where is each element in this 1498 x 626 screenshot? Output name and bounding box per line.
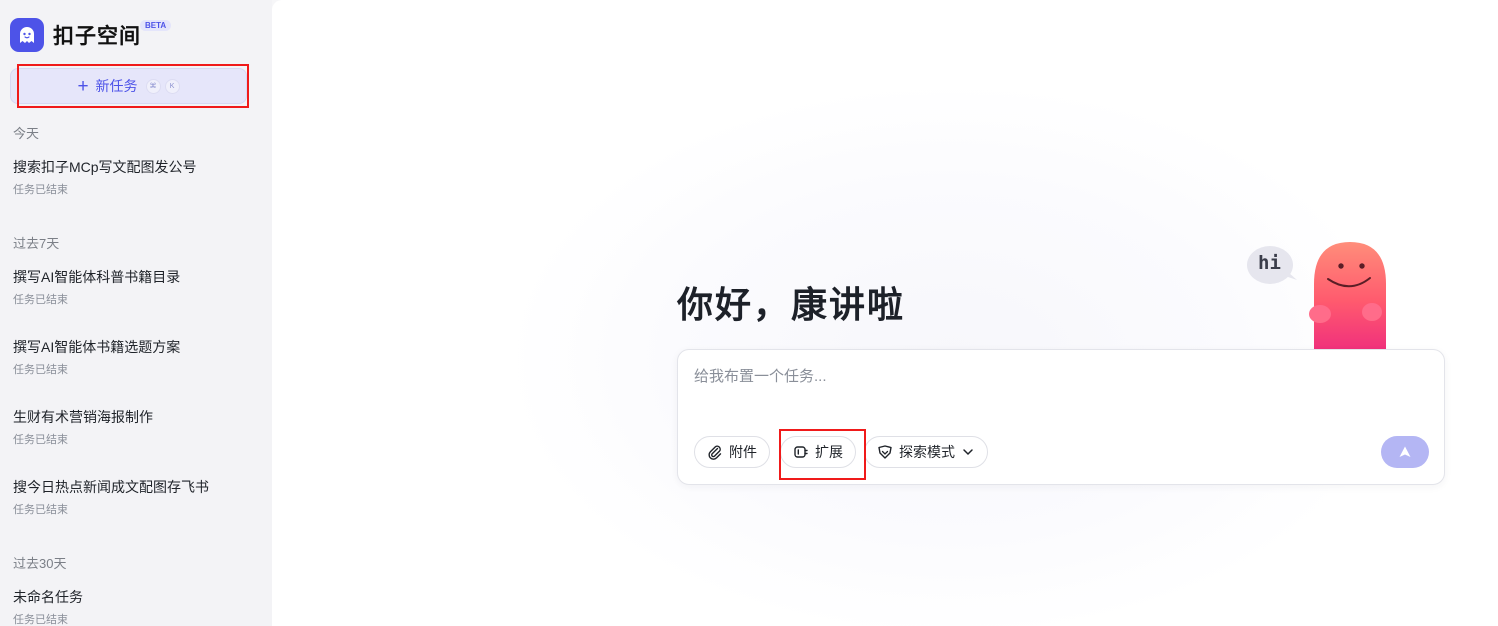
history-item-status: 任务已结束 (13, 364, 68, 376)
history-item[interactable]: 搜今日热点新闻成文配图存飞书 任务已结束 (0, 478, 272, 534)
mascot-bubble-text: hi (1258, 252, 1281, 274)
extend-button[interactable]: 扩展 (780, 436, 856, 468)
mode-dropdown[interactable]: 探索模式 (864, 436, 988, 468)
history-item-title: 撰写AI智能体书籍选题方案 (13, 339, 181, 355)
sidebar: 扣子空间 BETA + 新任务 ⌘ K 今天 搜索扣子MCp写文配图发公号 任务… (0, 0, 272, 626)
brand-name: 扣子空间 (53, 25, 141, 48)
history-item[interactable]: 撰写AI智能体书籍选题方案 任务已结束 (0, 338, 272, 394)
plus-icon: + (77, 75, 89, 97)
task-input[interactable] (694, 368, 1394, 385)
brand[interactable]: 扣子空间 BETA (10, 18, 172, 52)
ghost-logo-icon (10, 18, 44, 52)
chevron-down-icon (963, 449, 973, 456)
mode-label: 探索模式 (899, 444, 955, 460)
beta-badge: BETA (140, 20, 172, 31)
history-item-title: 撰写AI智能体科普书籍目录 (13, 269, 181, 285)
history-group-7days: 过去7天 (13, 236, 60, 251)
history-item-status: 任务已结束 (13, 504, 68, 516)
greeting-title: 你好，康讲啦 (677, 284, 906, 325)
attach-label: 附件 (729, 444, 757, 460)
send-button[interactable] (1381, 436, 1429, 468)
attach-button[interactable]: 附件 (694, 436, 770, 468)
new-task-button[interactable]: + 新任务 ⌘ K (10, 68, 247, 104)
history-group-30days: 过去30天 (13, 556, 67, 571)
task-composer: 附件 扩展 探索模式 (677, 349, 1445, 485)
history-item-status: 任务已结束 (13, 184, 68, 196)
history-item[interactable]: 搜索扣子MCp写文配图发公号 任务已结束 (0, 158, 272, 214)
history-item[interactable]: 撰写AI智能体科普书籍目录 任务已结束 (0, 268, 272, 324)
new-task-label: 新任务 (95, 78, 138, 94)
history-item-status: 任务已结束 (13, 614, 68, 626)
history-item[interactable]: 未命名任务 任务已结束 (0, 588, 272, 626)
shortcut-key: K (164, 78, 180, 94)
send-arrow-icon (1399, 446, 1411, 457)
tag-icon (878, 445, 892, 459)
main-panel: 你好，康讲啦 hi 附件 (272, 0, 1498, 626)
history-group-today: 今天 (13, 126, 40, 141)
history-item[interactable]: 生财有术营销海报制作 任务已结束 (0, 408, 272, 464)
history-item-title: 未命名任务 (13, 589, 83, 605)
extend-label: 扩展 (815, 444, 843, 460)
history-item-status: 任务已结束 (13, 294, 68, 306)
history-item-title: 生财有术营销海报制作 (13, 409, 153, 425)
shortcut-key: ⌘ (145, 78, 161, 94)
extension-icon (794, 446, 808, 458)
history-item-title: 搜今日热点新闻成文配图存飞书 (13, 479, 209, 495)
history-item-status: 任务已结束 (13, 434, 68, 446)
history-item-title: 搜索扣子MCp写文配图发公号 (13, 159, 197, 175)
paperclip-icon (708, 445, 722, 460)
